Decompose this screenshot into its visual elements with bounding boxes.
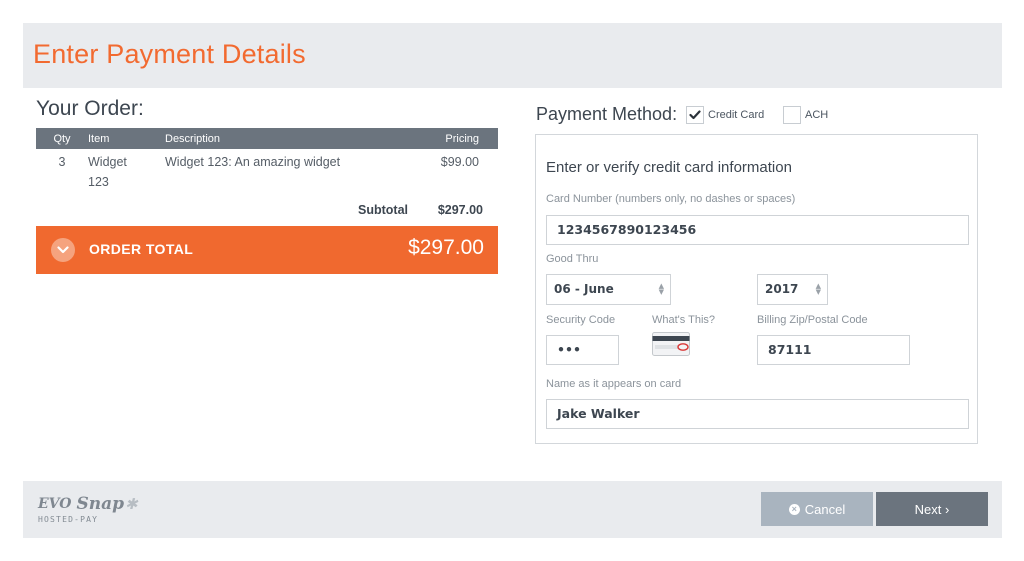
order-heading: Your Order:	[36, 97, 144, 120]
expiry-month-select[interactable]: 06 - June ▲ ▼	[546, 274, 671, 305]
row-pricing: $99.00	[440, 155, 479, 169]
row-qty: 3	[58, 155, 66, 169]
credit-card-label: Credit Card	[708, 109, 765, 121]
payment-option-credit-card[interactable]: Credit Card	[686, 106, 764, 124]
checkmark-icon	[689, 110, 701, 120]
row-description: Widget 123: An amazing widget	[165, 155, 341, 169]
card-number-label: Card Number (numbers only, no dashes or …	[546, 193, 796, 205]
expiry-month-value: 06 - June	[554, 282, 614, 296]
evo-snap-logo: EVO Snap ✱ HOSTED-PAY	[38, 494, 138, 524]
order-table: Qty Item Description Pricing 3 Widget 12…	[36, 128, 498, 192]
billing-zip-input[interactable]: 87111	[757, 335, 910, 365]
expiry-year-value: 2017	[765, 282, 799, 296]
logo-evo-text: EVO	[38, 496, 72, 512]
header-bar: Enter Payment Details	[23, 23, 1002, 88]
asterisk-icon: ✱	[125, 495, 138, 513]
credit-card-checkbox[interactable]	[686, 106, 704, 124]
payment-option-ach[interactable]: ACH	[783, 106, 828, 124]
ach-checkbox[interactable]	[783, 106, 801, 124]
card-security-code-icon[interactable]	[652, 332, 690, 361]
subtotal-label: Subtotal	[358, 203, 408, 217]
order-table-header: Qty Item Description Pricing	[36, 128, 498, 149]
security-code-label: Security Code	[546, 314, 616, 326]
select-arrows-icon: ▲ ▼	[658, 282, 664, 296]
card-form-heading: Enter or verify credit card information	[546, 159, 792, 176]
security-code-input[interactable]: •••	[546, 335, 619, 365]
table-row: 3 Widget 123 Widget 123: An amazing widg…	[36, 149, 498, 192]
whats-this-link[interactable]: What's This?	[652, 314, 715, 326]
good-thru-label: Good Thru	[546, 253, 599, 265]
next-button[interactable]: Next ›	[876, 492, 988, 526]
order-total-value: $297.00	[408, 236, 484, 259]
chevron-down-icon[interactable]	[51, 238, 75, 262]
billing-zip-label: Billing Zip/Postal Code	[757, 314, 868, 326]
order-total-label: ORDER TOTAL	[89, 241, 194, 257]
ach-label: ACH	[805, 109, 829, 121]
logo-mark: EVO Snap ✱	[38, 494, 138, 514]
logo-snap-text: Snap	[76, 494, 125, 514]
payment-method: Payment Method: Credit Card ACH	[536, 102, 978, 128]
row-item-text: Widget 123	[88, 155, 127, 189]
name-on-card-label: Name as it appears on card	[546, 378, 682, 390]
column-header-pricing: Pricing	[445, 132, 479, 145]
select-arrows-icon: ▲ ▼	[815, 282, 821, 296]
cancel-button-label: Cancel	[804, 501, 846, 517]
column-header-description: Description	[165, 132, 221, 145]
name-on-card-input[interactable]: Jake Walker	[546, 399, 969, 429]
subtotal-row: Subtotal $297.00	[36, 192, 498, 226]
column-header-qty: Qty	[53, 132, 71, 145]
column-header-item: Item	[88, 132, 110, 145]
logo-subtitle: HOSTED-PAY	[38, 515, 99, 524]
credit-card-form: Enter or verify credit card information …	[535, 134, 978, 444]
expiry-year-select[interactable]: 2017 ▲ ▼	[757, 274, 828, 305]
row-item: Widget 123	[88, 149, 165, 192]
order-total-bar[interactable]: ORDER TOTAL $297.00	[36, 226, 498, 274]
next-button-label: Next ›	[914, 501, 950, 517]
cancel-button[interactable]: × Cancel	[761, 492, 873, 526]
footer-bar: EVO Snap ✱ HOSTED-PAY × Cancel Next ›	[23, 481, 1002, 538]
page-title: Enter Payment Details	[33, 39, 306, 69]
card-number-input[interactable]: 1234567890123456	[546, 215, 969, 245]
order-summary: Your Order: Qty Item Description Pricing…	[36, 96, 498, 274]
payment-method-label: Payment Method:	[536, 104, 678, 124]
subtotal-value: $297.00	[437, 203, 483, 217]
close-icon: ×	[788, 503, 800, 515]
